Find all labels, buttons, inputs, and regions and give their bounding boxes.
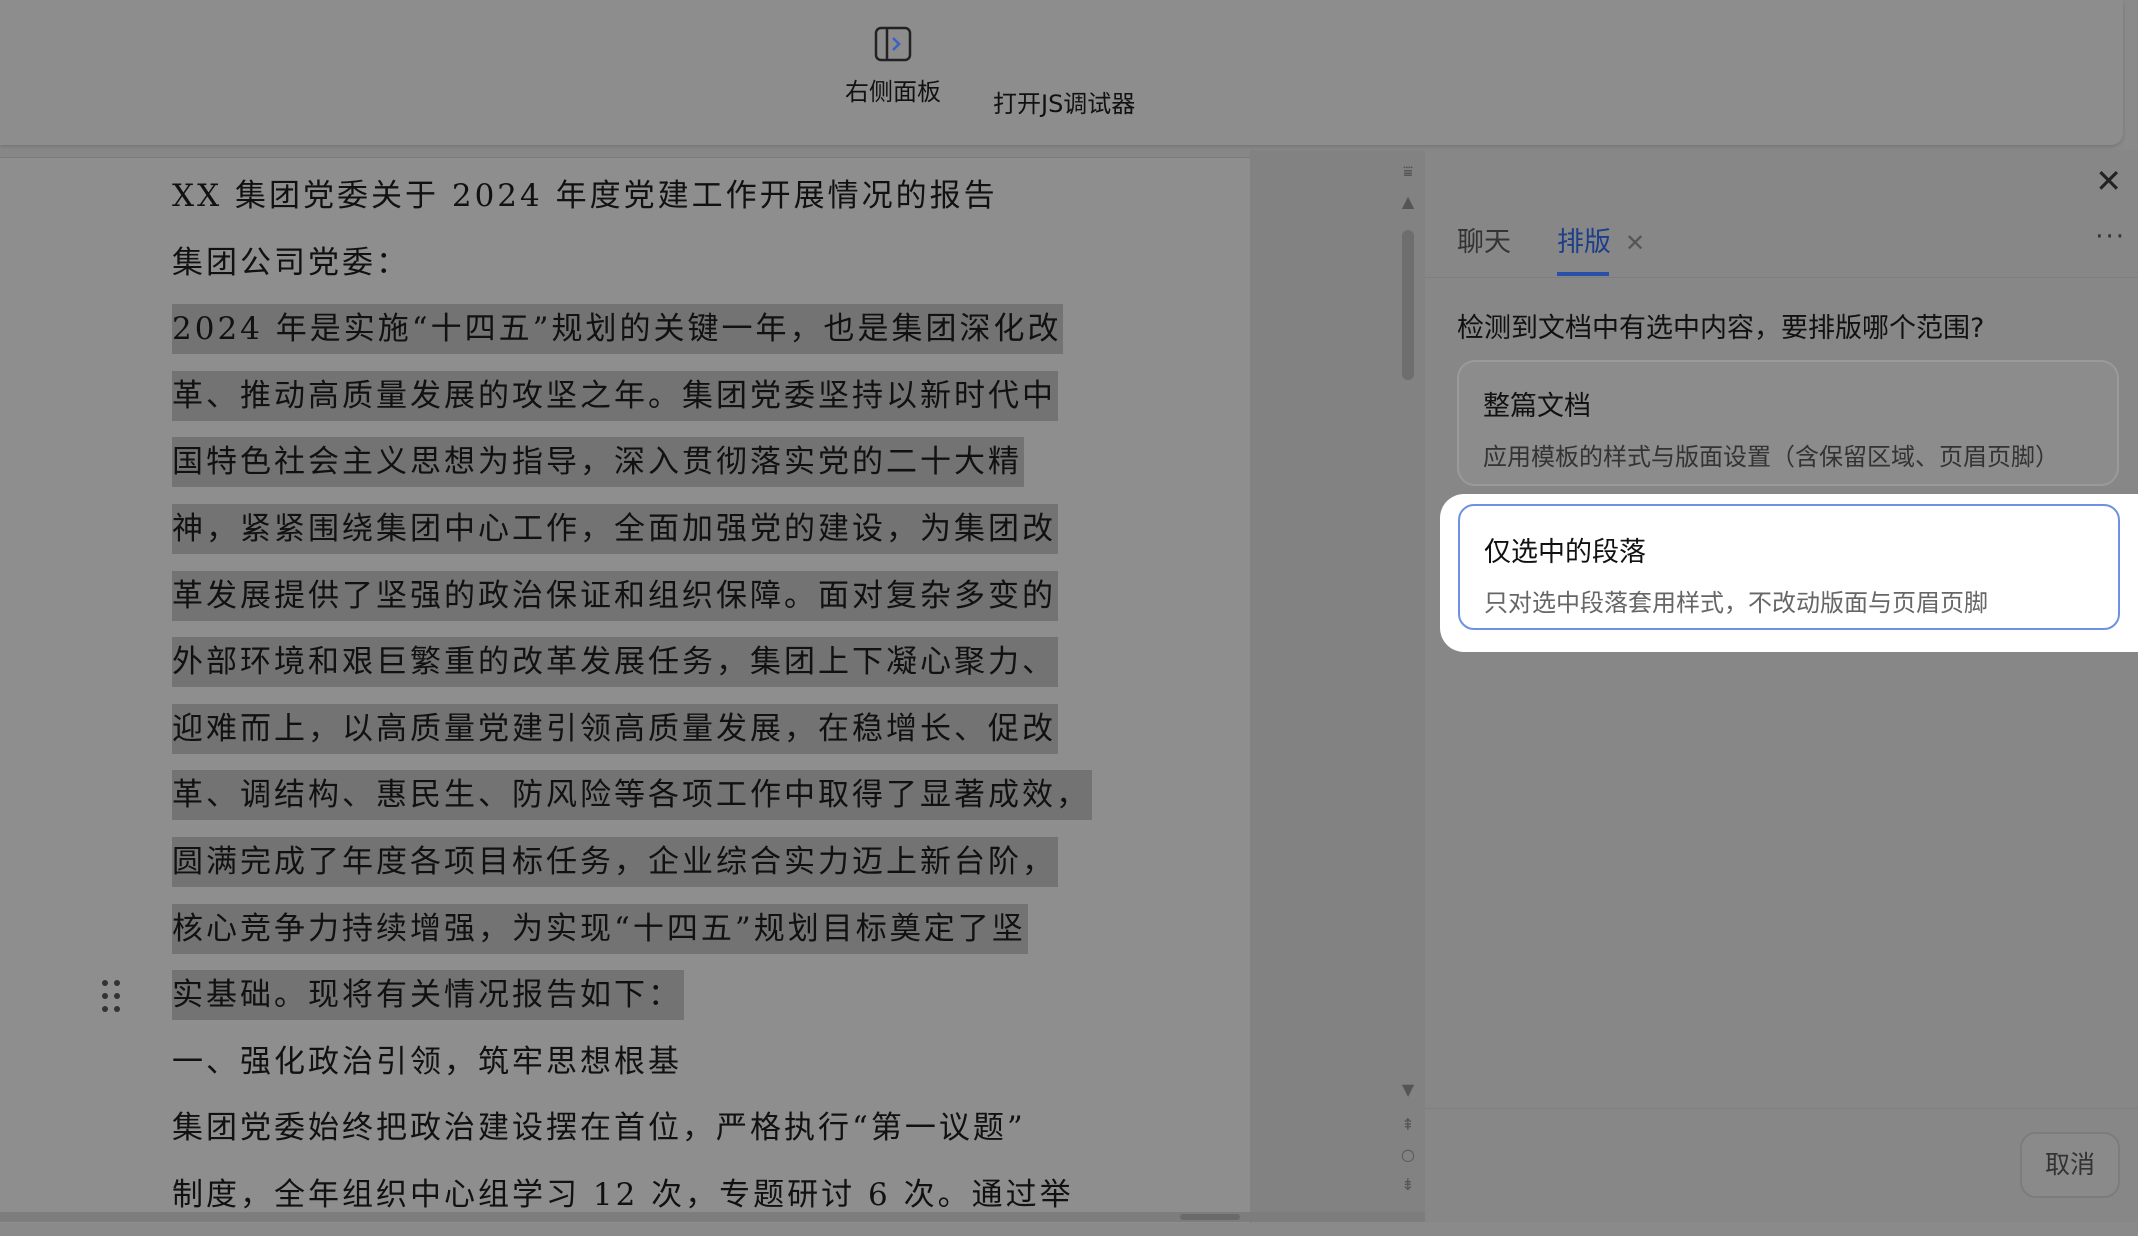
vertical-scrollbar[interactable]: ⩸ ▲ ▼ ⇞ ○ ⇟ [1390,160,1425,1210]
document-line[interactable]: 圆满完成了年度各项目标任务，企业综合实力迈上新台阶， [172,836,1072,903]
right-panel-button[interactable]: 右侧面板 [845,24,941,107]
active-tab-underline [1557,272,1609,276]
drag-handle-icon[interactable] [100,978,122,1014]
line-text: 一、强化政治引领，筑牢思想根基 [172,1043,682,1080]
document-line[interactable]: 一、强化政治引领，筑牢思想根基 [172,1036,1072,1103]
js-debugger-button[interactable]: 打开JS调试器 [993,84,1135,119]
option-title: 仅选中的段落 [1484,537,1646,568]
option-whole-document[interactable]: 整篇文档 应用模板的样式与版面设置（含保留区域、页眉页脚） [1457,360,2119,486]
line-text: 集团党委始终把政治建设摆在首位，严格执行“第一议题” [172,1110,1026,1147]
close-icon[interactable]: ✕ [2095,162,2122,200]
document-line[interactable]: 实基础。现将有关情况报告如下： [172,969,1072,1036]
tab-layout[interactable]: 排版 ✕ [1557,220,1645,276]
more-options-icon[interactable]: ··· [2095,222,2126,252]
top-toolbar: 右侧面板 打开JS调试器 [0,0,2123,145]
selected-text: 核心竞争力持续增强，为实现“十四五”规划目标奠定了坚 [172,903,1028,954]
document-line[interactable]: 集团公司党委： [172,237,1072,304]
selected-text: 国特色社会主义思想为指导，深入贯彻落实党的二十大精 [172,437,1024,488]
selected-text: 外部环境和艰巨繁重的改革发展任务，集团上下凝心聚力、 [172,637,1058,688]
selected-text: 实基础。现将有关情况报告如下： [172,970,684,1021]
document-line[interactable]: XX 集团党委关于 2024 年度党建工作开展情况的报告 [172,170,1072,237]
option-description: 应用模板的样式与版面设置（含保留区域、页眉页脚） [1483,443,2059,471]
tabs-divider [1425,277,2138,278]
scrollbar-thumb[interactable] [1402,230,1414,380]
document-line[interactable]: 2024 年是实施“十四五”规划的关键一年，也是集团深化改 [172,303,1072,370]
spotlight-highlight: 仅选中的段落 只对选中段落套用样式，不改动版面与页眉页脚 [1440,494,2138,652]
option-title: 整篇文档 [1483,391,1591,422]
document-line[interactable]: 核心竞争力持续增强，为实现“十四五”规划目标奠定了坚 [172,903,1072,970]
document-line[interactable]: 革、调结构、惠民生、防风险等各项工作中取得了显著成效， [172,769,1092,836]
selected-text: 迎难而上，以高质量党建引领高质量发展，在稳增长、促改 [172,703,1058,754]
horizontal-scrollbar[interactable] [0,1212,1425,1222]
scope-question: 检测到文档中有选中内容，要排版哪个范围? [1457,313,1985,344]
document-line[interactable]: 制度，全年组织中心组学习 12 次，专题研讨 6 次。通过举 [172,1169,1072,1236]
document-line[interactable]: 革发展提供了坚强的政治保证和组织保障。面对复杂多变的 [172,570,1072,637]
document-body[interactable]: XX 集团党委关于 2024 年度党建工作开展情况的报告 集团公司党委： 2024 … [172,170,1092,1236]
document-line[interactable]: 集团党委始终把政治建设摆在首位，严格执行“第一议题” [172,1102,1072,1169]
horizontal-scrollbar-thumb[interactable] [1180,1214,1240,1220]
tab-close-icon[interactable]: ✕ [1625,229,1645,257]
footer-divider [1425,1108,2138,1109]
document-line[interactable]: 迎难而上，以高质量党建引领高质量发展，在稳增长、促改 [172,703,1072,770]
line-text: 制度，全年组织中心组学习 12 次，专题研讨 6 次。通过举 [172,1176,1074,1213]
selected-text: 革发展提供了坚强的政治保证和组织保障。面对复杂多变的 [172,570,1058,621]
scroll-split-icon[interactable]: ⩸ [1398,162,1418,182]
selected-text: 圆满完成了年度各项目标任务，企业综合实力迈上新台阶， [172,836,1058,887]
right-panel-label: 右侧面板 [845,78,941,106]
document-line[interactable]: 外部环境和艰巨繁重的改革发展任务，集团上下凝心聚力、 [172,636,1072,703]
tab-layout-label: 排版 [1557,227,1611,258]
selected-text: 革、推动高质量发展的攻坚之年。集团党委坚持以新时代中 [172,370,1058,421]
scroll-up-icon[interactable]: ▲ [1398,192,1418,211]
prev-page-icon[interactable]: ⇞ [1398,1115,1418,1134]
right-panel: ✕ 聊天 排版 ✕ ··· 检测到文档中有选中内容，要排版哪个范围? 整篇文档 应… [1425,150,2138,1222]
right-panel-icon [874,26,912,62]
selected-text: 2024 年是实施“十四五”规划的关键一年，也是集团深化改 [172,304,1064,355]
option-description: 只对选中段落套用样式，不改动版面与页眉页脚 [1484,589,1988,617]
document-line[interactable]: 神，紧紧围绕集团中心工作，全面加强党的建设，为集团改 [172,503,1072,570]
selected-text: 革、调结构、惠民生、防风险等各项工作中取得了显著成效， [172,770,1092,821]
tab-chat[interactable]: 聊天 [1457,220,1511,259]
selected-text: 神，紧紧围绕集团中心工作，全面加强党的建设，为集团改 [172,503,1058,554]
tab-chat-label: 聊天 [1457,227,1511,258]
select-browse-icon[interactable]: ○ [1398,1145,1418,1164]
scroll-down-icon[interactable]: ▼ [1398,1080,1418,1099]
option-selected-paragraphs[interactable]: 仅选中的段落 只对选中段落套用样式，不改动版面与页眉页脚 [1458,504,2120,630]
next-page-icon[interactable]: ⇟ [1398,1175,1418,1194]
cancel-button[interactable]: 取消 [2020,1132,2120,1198]
line-text: 集团公司党委： [172,244,410,281]
document-line[interactable]: 国特色社会主义思想为指导，深入贯彻落实党的二十大精 [172,436,1072,503]
js-debugger-label: 打开JS调试器 [993,90,1136,118]
line-text: XX 集团党委关于 2024 年度党建工作开展情况的报告 [172,178,998,214]
document-line[interactable]: 革、推动高质量发展的攻坚之年。集团党委坚持以新时代中 [172,370,1072,437]
